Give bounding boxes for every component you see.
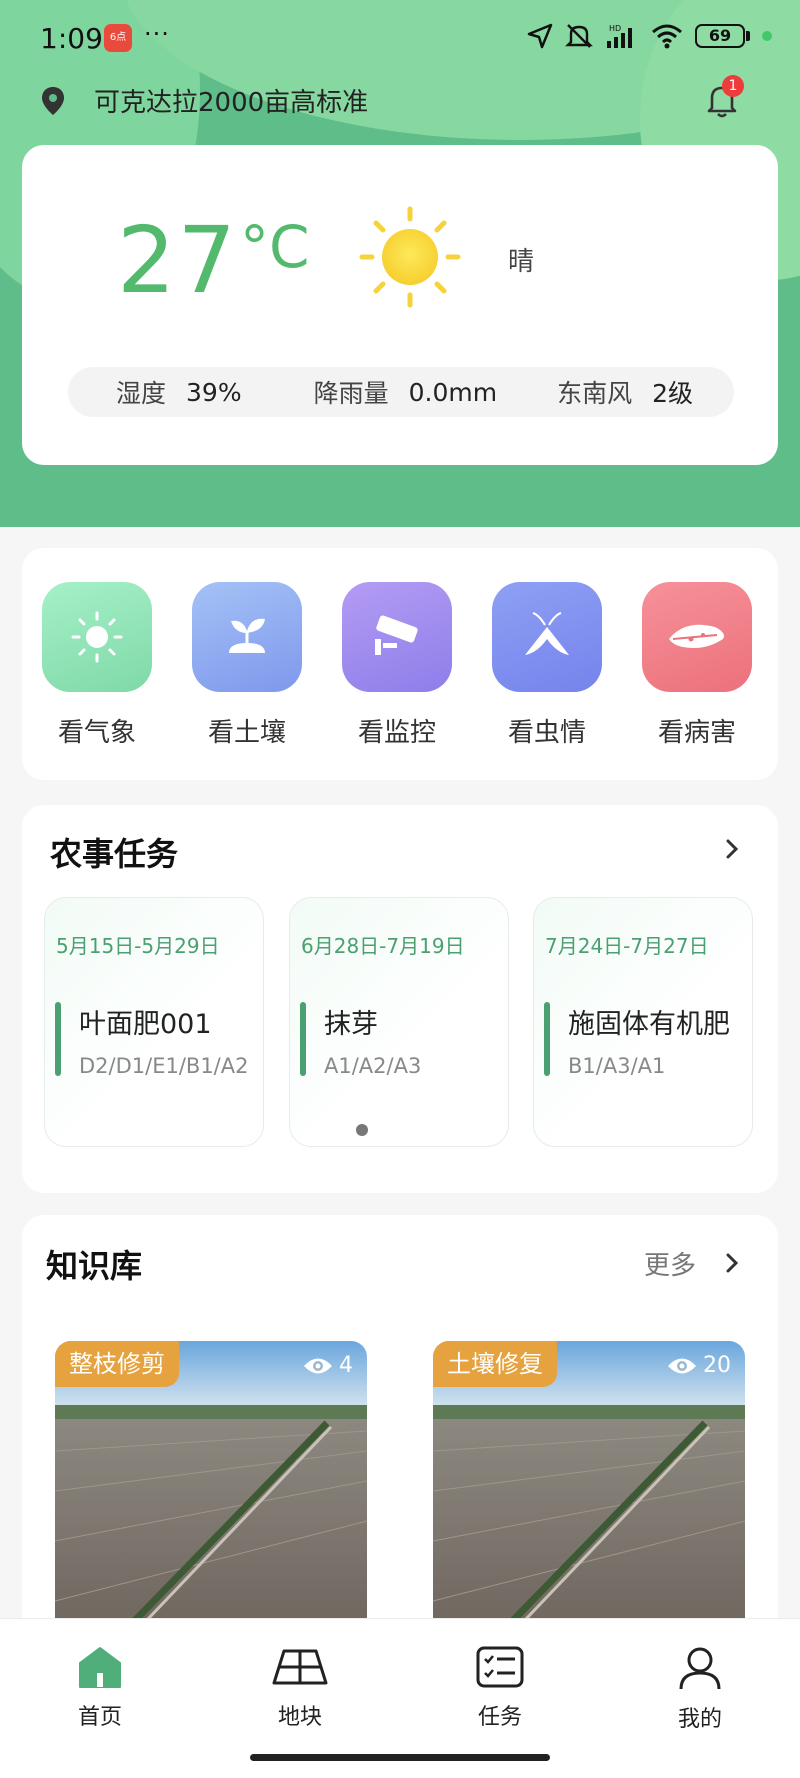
quick-disease-label: 看病害: [657, 718, 736, 748]
view-count: 4: [303, 1353, 353, 1378]
nav-tasks[interactable]: 任务: [440, 1645, 560, 1731]
sprout-icon: [192, 582, 302, 692]
knowledge-article-1[interactable]: 整枝修剪 4: [55, 1341, 367, 1635]
wind-stat: 东南风 2级: [557, 374, 693, 410]
task-date: 6月28日-7月19日: [301, 934, 465, 958]
quick-soil-label: 看土壤: [207, 718, 286, 748]
task-name: 施固体有机肥: [568, 1009, 730, 1040]
nav-home-label: 首页: [77, 1705, 122, 1730]
svg-text:HD: HD: [609, 24, 621, 33]
task-accent-bar: [300, 1002, 306, 1076]
quick-monitor-label: 看监控: [357, 718, 436, 748]
weather-condition: 晴: [508, 247, 535, 277]
task-accent-bar: [55, 1002, 61, 1076]
temperature-value: 27: [117, 207, 239, 314]
mute-icon: [565, 24, 593, 48]
nav-fields-label: 地块: [277, 1705, 322, 1730]
status-time: 1:09: [40, 22, 103, 55]
task-card-3[interactable]: 7月24日-7月27日 施固体有机肥 B1/A3/A1: [533, 897, 753, 1147]
signal-icon: HD: [607, 24, 632, 48]
leaf-icon: [642, 582, 752, 692]
temperature-unit: °C: [240, 213, 310, 281]
battery-level: 69: [695, 24, 745, 48]
more-chevron-right-icon[interactable]: [722, 1253, 742, 1273]
farm-tasks-section: 农事任务 5月15日-5月29日 叶面肥001 D2/D1/E1/B1/A2 6…: [22, 805, 778, 1193]
rainfall-label: 降雨量: [313, 379, 389, 408]
tasks-chevron-right-icon[interactable]: [722, 839, 742, 859]
task-card-2[interactable]: 6月28日-7月19日 抹芽 A1/A2/A3: [289, 897, 509, 1147]
weather-stats-bar: 湿度 39% 降雨量 0.0mm 东南风 2级: [68, 367, 734, 417]
quick-access-panel: 看气象 看土壤 看监控 看虫情 看病害: [22, 548, 778, 780]
quick-weather-label: 看气象: [57, 718, 136, 748]
humidity-label: 湿度: [116, 379, 167, 408]
privacy-indicator: [762, 31, 772, 41]
wind-label: 东南风: [557, 379, 633, 408]
task-plots: D2/D1/E1/B1/A2: [79, 1054, 249, 1078]
location-name: 可克达拉2000亩高标准: [94, 88, 369, 118]
status-bar: 1:09 6点 ··· HD 69: [0, 0, 800, 78]
notification-badge: 1: [722, 75, 744, 97]
rainfall-value: 0.0mm: [408, 377, 498, 407]
task-card-1[interactable]: 5月15日-5月29日 叶面肥001 D2/D1/E1/B1/A2: [44, 897, 264, 1147]
nav-profile-label: 我的: [677, 1707, 722, 1732]
eye-icon: [304, 1358, 332, 1373]
view-count-value: 20: [703, 1353, 731, 1378]
sun-icon: [42, 582, 152, 692]
knowledge-title: 知识库: [46, 1247, 143, 1285]
moth-icon: [492, 582, 602, 692]
humidity-stat: 湿度 39%: [116, 374, 242, 410]
status-icons: HD 69: [527, 22, 772, 50]
location-selector[interactable]: 可克达拉2000亩高标准: [40, 82, 368, 119]
knowledge-base-section: 知识库 更多 整枝修剪 4 土壤修复 20: [22, 1215, 778, 1635]
quick-soil-button[interactable]: 看土壤: [172, 582, 322, 749]
app-notification-icon: 6点: [104, 24, 132, 52]
nav-home[interactable]: 首页: [40, 1645, 160, 1731]
quick-monitor-button[interactable]: 看监控: [322, 582, 472, 749]
knowledge-article-2[interactable]: 土壤修复 20: [433, 1341, 745, 1635]
wifi-icon: [652, 24, 682, 49]
location-arrow-icon: [527, 23, 553, 49]
quick-disease-button[interactable]: 看病害: [622, 582, 772, 749]
nav-profile[interactable]: 我的: [640, 1645, 760, 1733]
quick-pest-label: 看虫情: [507, 718, 586, 748]
nav-tasks-label: 任务: [477, 1705, 522, 1730]
rainfall-stat: 降雨量 0.0mm: [314, 374, 497, 410]
eye-icon: [668, 1358, 696, 1373]
article-category-tag: 土壤修复: [433, 1341, 557, 1387]
field-icon: [272, 1649, 328, 1685]
quick-pest-button[interactable]: 看虫情: [472, 582, 622, 749]
quick-weather-button[interactable]: 看气象: [22, 582, 172, 749]
home-icon: [79, 1647, 121, 1688]
user-icon: [679, 1647, 721, 1690]
task-accent-bar: [544, 1002, 550, 1076]
carousel-page-indicator: [356, 1124, 368, 1136]
view-count-value: 4: [339, 1353, 353, 1378]
task-plots: B1/A3/A1: [568, 1054, 666, 1078]
battery-icon: 69: [695, 24, 750, 48]
location-pin-icon: [42, 86, 64, 115]
more-link[interactable]: 更多: [644, 1245, 696, 1282]
more-notifications-icon: ···: [144, 20, 170, 48]
nav-fields[interactable]: 地块: [240, 1645, 360, 1731]
task-date: 7月24日-7月27日: [545, 934, 709, 958]
task-plots: A1/A2/A3: [324, 1054, 422, 1078]
task-date: 5月15日-5月29日: [56, 934, 220, 958]
home-indicator[interactable]: [250, 1754, 550, 1761]
wind-value: 2级: [652, 379, 693, 408]
camera-icon: [342, 582, 452, 692]
tasks-title: 农事任务: [50, 835, 179, 873]
task-list-icon: [476, 1646, 524, 1688]
view-count: 20: [667, 1353, 731, 1378]
article-category-tag: 整枝修剪: [55, 1341, 179, 1387]
humidity-value: 39%: [186, 377, 242, 407]
task-name: 叶面肥001: [79, 1009, 212, 1040]
weather-card[interactable]: 27 °C 晴 湿度 39% 降雨量 0.0mm 东南风 2级: [22, 145, 778, 465]
sunny-weather-icon: [359, 206, 461, 308]
task-name: 抹芽: [324, 1009, 378, 1040]
